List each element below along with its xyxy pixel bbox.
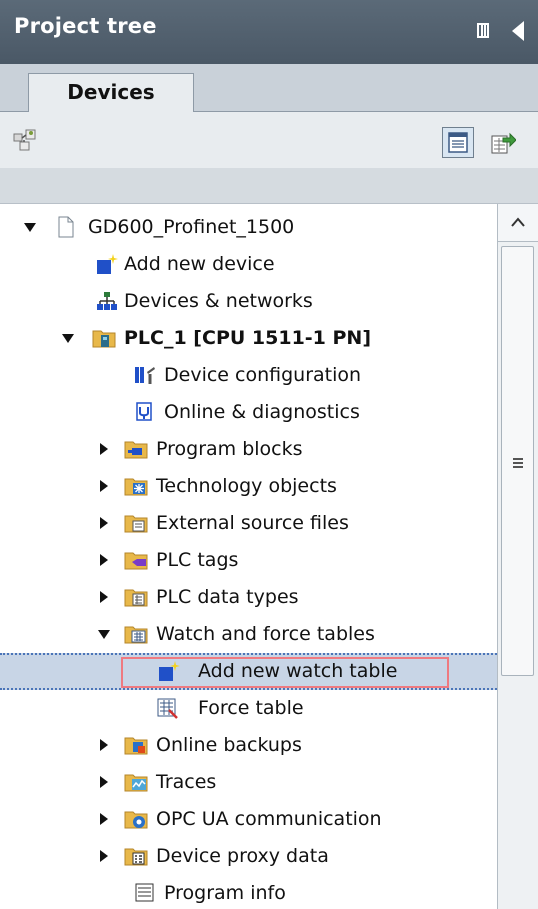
tree-item-label: Devices & networks [124, 290, 313, 312]
tree-item-label: Program blocks [156, 438, 303, 460]
force-table-icon [156, 697, 178, 719]
grip-line [513, 462, 523, 464]
traces-folder-icon [124, 771, 148, 793]
tree-item-plc-data-types[interactable]: PLC data types [0, 579, 497, 616]
tree-item-label: Force table [198, 697, 304, 719]
tree-item-label: Program info [164, 882, 286, 904]
scroll-up-button[interactable] [498, 204, 538, 242]
tree-item-project[interactable]: GD600_Profinet_1500 [0, 209, 497, 246]
online-backups-folder-icon [124, 734, 148, 756]
tree-item-label: GD600_Profinet_1500 [88, 216, 295, 238]
project-tree: GD600_Profinet_1500 Add new device Devic… [0, 204, 538, 909]
tree-item-device-proxy-data[interactable]: Device proxy data [0, 838, 497, 875]
project-file-icon [54, 216, 76, 238]
expand-closed-icon[interactable] [100, 517, 108, 529]
collapse-left-icon[interactable] [512, 21, 524, 41]
expand-open-icon[interactable] [98, 630, 110, 639]
technology-objects-folder-icon [124, 475, 148, 497]
plc-folder-icon [92, 327, 116, 349]
tree-item-label: PLC tags [156, 549, 239, 571]
add-watch-table-icon [158, 660, 180, 682]
tree-item-add-watch-table[interactable]: Add new watch table [0, 653, 497, 690]
tree-item-device-configuration[interactable]: Device configuration [0, 357, 497, 394]
opc-ua-folder-icon [124, 808, 148, 830]
tree-item-label: PLC_1 [CPU 1511-1 PN] [124, 327, 372, 349]
expand-closed-icon[interactable] [100, 776, 108, 788]
tree-item-opc-ua-communication[interactable]: OPC UA communication [0, 801, 497, 838]
layout-toggle-icon[interactable] [477, 23, 489, 38]
tree-item-program-info[interactable]: Program info [0, 875, 497, 909]
network-icon [96, 290, 118, 312]
device-config-icon [134, 364, 156, 386]
scroll-thumb[interactable] [501, 246, 534, 676]
tree-item-label: Online backups [156, 734, 302, 756]
tree-header-bar [0, 168, 538, 204]
tree-item-devices-networks[interactable]: Devices & networks [0, 283, 497, 320]
tree-item-label: Device configuration [164, 364, 362, 386]
expand-closed-icon[interactable] [100, 554, 108, 566]
tree-item-label: Online & diagnostics [164, 401, 360, 423]
device-proxy-folder-icon [124, 845, 148, 867]
online-diagnostics-icon [134, 401, 156, 423]
tree-item-label: OPC UA communication [156, 808, 382, 830]
expand-closed-icon[interactable] [100, 850, 108, 862]
tree-item-label: Watch and force tables [156, 623, 375, 645]
panel-title: Project tree [14, 14, 157, 38]
expand-open-icon[interactable] [24, 223, 36, 232]
tree-item-add-new-device[interactable]: Add new device [0, 246, 497, 283]
toolbar [0, 112, 538, 168]
external-sources-folder-icon [124, 512, 148, 534]
grip-line [513, 466, 523, 468]
tree-item-plc[interactable]: PLC_1 [CPU 1511-1 PN] [0, 320, 497, 357]
tree-item-external-source-files[interactable]: External source files [0, 505, 497, 542]
plc-data-types-folder-icon [124, 586, 148, 608]
tree-item-traces[interactable]: Traces [0, 764, 497, 801]
tree-item-label: Device proxy data [156, 845, 329, 867]
add-device-icon [96, 253, 118, 275]
tree-item-online-backups[interactable]: Online backups [0, 727, 497, 764]
tab-strip: Devices [0, 64, 538, 113]
program-blocks-folder-icon [124, 438, 148, 460]
plc-tags-folder-icon [124, 549, 148, 571]
tree-item-label: Add new watch table [198, 660, 398, 682]
project-view-icon[interactable] [12, 127, 38, 152]
watch-force-folder-icon [124, 623, 148, 645]
tree-item-watch-force-tables[interactable]: Watch and force tables [0, 616, 497, 653]
tree-item-label: External source files [156, 512, 349, 534]
tree-item-label: Add new device [124, 253, 275, 275]
tree-item-plc-tags[interactable]: PLC tags [0, 542, 497, 579]
tree-item-program-blocks[interactable]: Program blocks [0, 431, 497, 468]
program-info-icon [134, 882, 156, 904]
tree-item-label: PLC data types [156, 586, 299, 608]
expand-closed-icon[interactable] [100, 813, 108, 825]
vertical-scrollbar[interactable] [497, 204, 538, 909]
expand-closed-icon[interactable] [100, 591, 108, 603]
tree-item-technology-objects[interactable]: Technology objects [0, 468, 497, 505]
expand-closed-icon[interactable] [100, 739, 108, 751]
expand-closed-icon[interactable] [100, 480, 108, 492]
grip-line [513, 458, 523, 460]
export-table-icon[interactable] [490, 130, 517, 160]
tree-item-online-diagnostics[interactable]: Online & diagnostics [0, 394, 497, 431]
tree-item-label: Technology objects [156, 475, 337, 497]
project-tree-header: Project tree [0, 0, 538, 64]
details-view-button[interactable] [442, 127, 474, 158]
expand-closed-icon[interactable] [100, 443, 108, 455]
tab-devices[interactable]: Devices [28, 73, 194, 113]
tree-item-force-table[interactable]: Force table [0, 690, 497, 727]
chevron-up-icon [511, 217, 525, 227]
expand-open-icon[interactable] [62, 334, 74, 343]
tree-item-label: Traces [156, 771, 217, 793]
